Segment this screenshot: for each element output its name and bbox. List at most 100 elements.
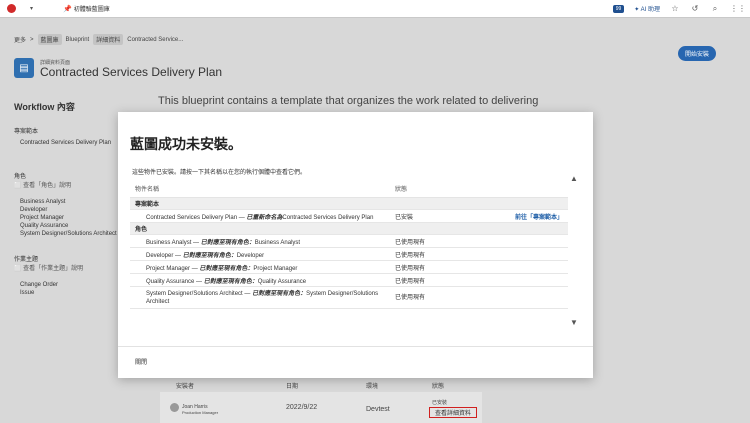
roles-help-link[interactable]: ⬜ 查看「角色」說明 <box>14 180 71 189</box>
go-to-template-link[interactable]: 前往「專案範本」 <box>462 209 568 223</box>
table-row: System Designer/Solutions Architect — 已對… <box>130 286 568 309</box>
top-bar: ▾ 📌 初體驗藍圖庫 99 ✦ AI 助理 ☆ ↺ ⌕ ⋮⋮ <box>0 0 750 18</box>
installer-role: Production Manager <box>182 410 219 415</box>
sidebar-item-role[interactable]: System Designer/Solutions Architect <box>20 231 117 237</box>
close-button[interactable]: 關閉 <box>135 357 147 366</box>
scroll-up-arrow-icon[interactable]: ▲ <box>570 174 578 183</box>
install-env: Devtest <box>366 406 390 413</box>
table-row: Developer — 已對應至現有角色：Developer 已使用現有 <box>130 247 568 261</box>
install-button[interactable]: 開始安裝 <box>678 46 717 61</box>
object-status: 已使用現有 <box>390 247 463 261</box>
grid-icon[interactable]: ⋮⋮ <box>730 4 746 13</box>
sidebar-item-role[interactable]: Business Analyst <box>20 199 65 205</box>
history-col-env: 環境 <box>366 384 379 390</box>
table-row: Project Manager — 已對應至現有角色：Project Manag… <box>130 260 568 274</box>
object-name-cell: Business Analyst — 已對應至現有角色：Business Ana… <box>130 234 390 248</box>
group-label: 角色 <box>130 222 568 235</box>
sidebar-title: Workflow 內容 <box>14 102 75 112</box>
install-result-dialog: 藍圖成功未安裝。 這些物件已安裝。請按一下其名稱以在您的執行個體中查看它們。 物… <box>118 112 593 378</box>
sidebar-section-roles: 角色 <box>14 174 27 180</box>
breadcrumb-blueprint[interactable]: Blueprint <box>66 37 90 43</box>
sidebar-item-role[interactable]: Developer <box>20 207 47 213</box>
sidebar-item-topic[interactable]: Change Order <box>20 282 58 288</box>
table-row: Quality Assurance — 已對應至現有角色：Quality Ass… <box>130 273 568 287</box>
col-status: 狀態 <box>390 180 463 198</box>
col-object-name: 物件名稱 <box>130 180 390 198</box>
sidebar-item-role[interactable]: Project Manager <box>20 215 64 221</box>
object-note: 已對應至現有角色： <box>252 290 307 297</box>
notification-badge[interactable]: 99 <box>612 4 625 13</box>
object-target: Quality Assurance <box>257 278 307 285</box>
object-note: 已對應至現有角色： <box>200 239 255 246</box>
object-note: 已對應至現有角色： <box>203 278 258 285</box>
intro-text: This blueprint contains a template that … <box>158 95 539 107</box>
blueprint-icon: ▤ <box>14 58 34 78</box>
sidebar-item-role[interactable]: Quality Assurance <box>20 223 68 229</box>
object-target: Business Analyst <box>254 239 301 246</box>
object-name[interactable]: System Designer/Solutions Architect <box>146 291 243 297</box>
history-icon[interactable]: ↺ <box>690 4 700 13</box>
ai-assistant-label: AI 助理 <box>640 7 660 13</box>
object-target: Project Manager <box>253 265 298 272</box>
object-name[interactable]: Contracted Services Delivery Plan <box>146 215 237 221</box>
breadcrumb-current: Contracted Service... <box>127 36 184 43</box>
empty-cell <box>462 234 568 248</box>
object-status: 已使用現有 <box>390 273 463 287</box>
brand-logo[interactable] <box>4 2 18 16</box>
object-name[interactable]: Business Analyst <box>146 240 191 246</box>
search-icon[interactable]: ⌕ <box>710 4 720 14</box>
star-icon[interactable]: ☆ <box>670 4 680 13</box>
group-row-templates: 專案範本 <box>130 197 568 210</box>
empty-cell <box>462 247 568 261</box>
object-status: 已使用現有 <box>390 260 463 274</box>
tab-title[interactable]: 初體驗藍圖庫 <box>74 4 110 13</box>
object-note: 已對應至現有角色： <box>182 252 237 259</box>
object-status: 已安裝 <box>390 209 463 223</box>
ai-assistant-button[interactable]: ✦ AI 助理 <box>634 4 660 13</box>
object-target: Developer <box>236 252 265 259</box>
breadcrumb-sep: > <box>30 36 34 43</box>
object-status: 已使用現有 <box>390 286 463 309</box>
dialog-footer-divider <box>118 346 593 347</box>
table-header: 物件名稱 狀態 <box>130 180 568 198</box>
group-row-roles: 角色 <box>130 222 568 235</box>
breadcrumb: 更多 > 藍圖庫 Blueprint 詳細資料 Contracted Servi… <box>14 34 183 45</box>
avatar <box>170 403 179 412</box>
install-status: 已安裝 <box>432 400 448 406</box>
object-name-cell: Project Manager — 已對應至現有角色：Project Manag… <box>130 260 390 274</box>
object-name-cell: Developer — 已對應至現有角色：Developer <box>130 247 390 261</box>
object-name[interactable]: Quality Assurance <box>146 279 194 285</box>
object-name-cell: System Designer/Solutions Architect — 已對… <box>130 286 390 309</box>
breadcrumb-library[interactable]: 藍圖庫 <box>37 34 62 45</box>
breadcrumb-details[interactable]: 詳細資料 <box>93 34 124 45</box>
history-col-date: 日期 <box>286 384 299 390</box>
page-title: Contracted Services Delivery Plan <box>40 65 223 79</box>
object-note: 已重新命名為 <box>246 214 283 221</box>
topics-help-link[interactable]: ⬜ 查看「作業主題」說明 <box>14 263 83 272</box>
object-status: 已使用現有 <box>390 234 463 248</box>
history-col-status: 狀態 <box>432 384 445 390</box>
sidebar-item-template[interactable]: Contracted Services Delivery Plan <box>20 140 111 146</box>
object-name[interactable]: Project Manager <box>146 266 190 272</box>
scroll-down-arrow-icon[interactable]: ▼ <box>570 318 578 327</box>
logo-icon <box>6 4 16 13</box>
col-action <box>462 180 568 198</box>
pin-icon[interactable]: 📌 <box>63 5 72 13</box>
dialog-title: 藍圖成功未安裝。 <box>130 136 242 152</box>
table-row: Contracted Services Delivery Plan — 已重新命… <box>130 209 568 223</box>
chevron-down-icon[interactable]: ▾ <box>30 5 33 12</box>
sidebar-section-templates: 專案範本 <box>14 129 39 135</box>
dialog-subtitle: 這些物件已安裝。請按一下其名稱以在您的執行個體中查看它們。 <box>132 170 307 176</box>
object-name-cell: Quality Assurance — 已對應至現有角色：Quality Ass… <box>130 273 390 287</box>
history-col-installer: 安裝者 <box>176 384 195 390</box>
sidebar-item-topic[interactable]: Issue <box>20 290 34 296</box>
view-details-link[interactable]: 查看詳細資料 <box>429 407 477 418</box>
group-label: 專案範本 <box>130 197 568 210</box>
empty-cell <box>462 260 568 274</box>
object-name[interactable]: Developer <box>146 253 173 259</box>
table-row: Business Analyst — 已對應至現有角色：Business Ana… <box>130 234 568 248</box>
breadcrumb-more[interactable]: 更多 <box>14 35 26 44</box>
installed-objects-table[interactable]: 物件名稱 狀態 專案範本 Contracted Services Deliver… <box>130 180 568 338</box>
sidebar-section-topics: 作業主題 <box>14 257 39 263</box>
object-name-cell: Contracted Services Delivery Plan — 已重新命… <box>130 209 390 223</box>
